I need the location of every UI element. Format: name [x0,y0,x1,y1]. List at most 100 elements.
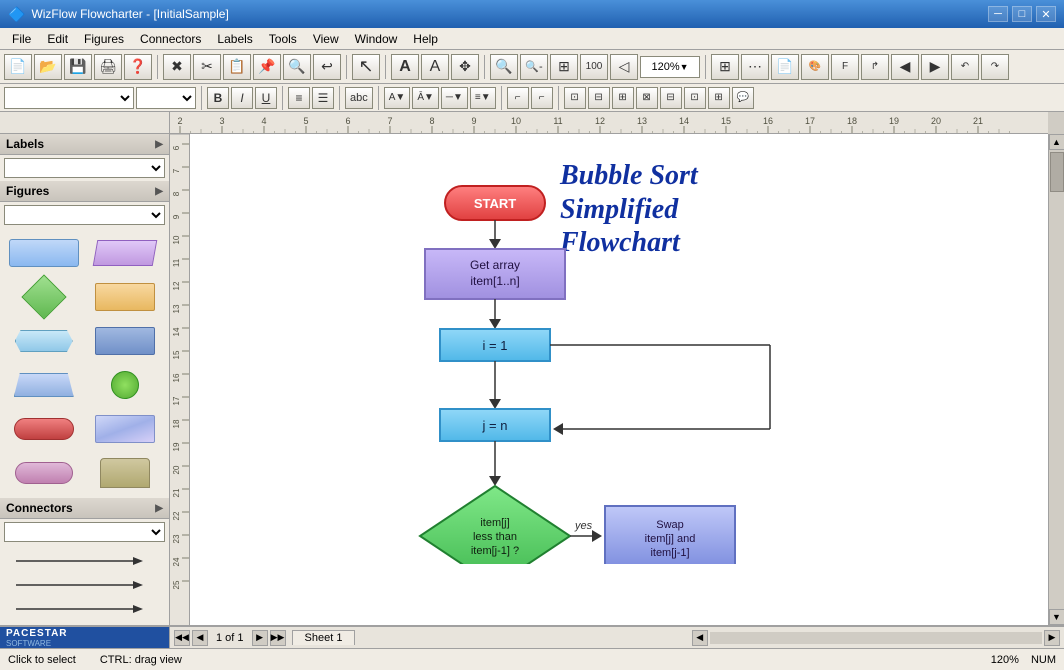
labels-arrow[interactable]: ▶ [155,139,163,150]
figure-circle[interactable] [88,366,164,404]
open-btn[interactable]: 📂 [34,54,62,80]
maximize-btn[interactable]: □ [1012,6,1032,22]
zoom-in-btn[interactable]: 🔍 [490,54,518,80]
copy-btn[interactable]: 📋 [223,54,251,80]
page-btn[interactable]: 📄 [771,54,799,80]
minimize-btn[interactable]: ─ [988,6,1008,22]
font-btn[interactable]: F [831,54,859,80]
text-color-btn[interactable]: A▼ [384,87,411,109]
delete-btn[interactable]: ✖ [163,54,191,80]
new-btn[interactable]: 📄 [4,54,32,80]
canvas[interactable]: Bubble Sort Simplified Flowchart START G… [190,134,1048,625]
figures-combo[interactable] [4,205,165,225]
font-family-select[interactable] [4,87,134,109]
back-btn[interactable]: ◀ [891,54,919,80]
text-style-btn[interactable]: Ā▼ [412,87,439,109]
labels-combo[interactable] [4,158,165,178]
arrange3-btn[interactable]: ⊞ [612,87,634,109]
cut-btn[interactable]: ✂ [193,54,221,80]
paste-btn[interactable]: 📌 [253,54,281,80]
line-style-btn[interactable]: ─▼ [441,87,468,109]
help-btn[interactable]: ❓ [124,54,152,80]
font-size-select[interactable] [136,87,196,109]
arrange7-btn[interactable]: ⊞ [708,87,730,109]
scroll-thumb-v[interactable] [1050,152,1064,192]
connector-arrow-simple[interactable] [0,597,169,621]
connectors-arrow[interactable]: ▶ [155,503,163,514]
text-b-btn[interactable]: A [421,54,449,80]
page-first-btn[interactable]: ◀◀ [174,630,190,646]
zoom-prev-btn[interactable]: ◁ [610,54,638,80]
figure-rect-gradient[interactable] [88,410,164,448]
bgcolor-btn[interactable]: 🎨 [801,54,829,80]
italic-btn[interactable]: I [231,87,253,109]
figures-arrow[interactable]: ▶ [155,186,163,197]
menu-labels[interactable]: Labels [209,30,260,48]
labels-panel-header[interactable]: Labels ▶ [0,134,169,155]
zoom-out-btn[interactable]: 🔍- [520,54,548,80]
select-btn[interactable]: ↖ [352,54,380,80]
bold-btn[interactable]: B [207,87,229,109]
fwd-btn[interactable]: ▶ [921,54,949,80]
extra1-btn[interactable]: ↶ [951,54,979,80]
menu-edit[interactable]: Edit [39,30,76,48]
underline-btn[interactable]: U [255,87,277,109]
print-btn[interactable]: 🖨 [94,54,122,80]
special1-btn[interactable]: ↱ [861,54,889,80]
zoom-fit-btn[interactable]: ⊞ [550,54,578,80]
zoom-level[interactable]: 120% ▼ [640,56,700,78]
conn-style2-btn[interactable]: ⌐ [531,87,553,109]
scroll-down-btn[interactable]: ▼ [1049,609,1064,625]
figure-diamond[interactable] [6,278,82,316]
figure-trapezoid[interactable] [6,366,82,404]
zoom-100-btn[interactable]: 100 [580,54,608,80]
find-btn[interactable]: 🔍 [283,54,311,80]
menu-figures[interactable]: Figures [76,30,132,48]
vertical-scrollbar[interactable]: ▲ ▼ [1048,134,1064,625]
figure-parallelogram[interactable] [88,234,164,272]
undo-btn[interactable]: ↩ [313,54,341,80]
figure-stadium[interactable] [6,410,82,448]
page-next-btn[interactable]: ▶ [252,630,268,646]
figures-panel-header[interactable]: Figures ▶ [0,181,169,202]
save-btn[interactable]: 💾 [64,54,92,80]
menu-help[interactable]: Help [405,30,446,48]
figure-hexagon[interactable] [6,322,82,360]
comment-btn[interactable]: 💬 [732,87,754,109]
conn-style-btn[interactable]: ⌐ [507,87,529,109]
menu-connectors[interactable]: Connectors [132,30,209,48]
page-prev-btn[interactable]: ◀ [192,630,208,646]
align-left-btn[interactable]: ≡ [288,87,310,109]
scroll-right-btn[interactable]: ▶ [1044,630,1060,646]
arrange5-btn[interactable]: ⊟ [660,87,682,109]
snap-btn[interactable]: ⋯ [741,54,769,80]
arrange4-btn[interactable]: ⊠ [636,87,658,109]
close-btn[interactable]: ✕ [1036,6,1056,22]
arrange2-btn[interactable]: ⊟ [588,87,610,109]
menu-tools[interactable]: Tools [261,30,305,48]
menu-view[interactable]: View [305,30,347,48]
figure-pill[interactable] [6,454,82,492]
menu-file[interactable]: File [4,30,39,48]
sheet-tab[interactable]: Sheet 1 [292,630,356,645]
connector-line-only[interactable] [0,573,169,597]
align-center-btn[interactable]: ☰ [312,87,334,109]
page-last-btn[interactable]: ▶▶ [270,630,286,646]
figure-rect-blue[interactable] [88,322,164,360]
text-a-btn[interactable]: A [391,54,419,80]
arrange6-btn[interactable]: ⊡ [684,87,706,109]
move-btn[interactable]: ✥ [451,54,479,80]
grid-btn[interactable]: ⊞ [711,54,739,80]
line-width-btn[interactable]: ≡▼ [470,87,496,109]
figure-cylinder[interactable] [88,454,164,492]
connectors-combo[interactable] [4,522,165,542]
figure-rect[interactable] [6,234,82,272]
arrange1-btn[interactable]: ⊡ [564,87,586,109]
extra2-btn[interactable]: ↷ [981,54,1009,80]
scroll-up-btn[interactable]: ▲ [1049,134,1064,150]
figure-rect-orange[interactable] [88,278,164,316]
menu-window[interactable]: Window [347,30,406,48]
scroll-left-btn[interactable]: ◀ [692,630,708,646]
connectors-panel-header[interactable]: Connectors ▶ [0,498,169,519]
connector-arrow-right[interactable] [0,549,169,573]
